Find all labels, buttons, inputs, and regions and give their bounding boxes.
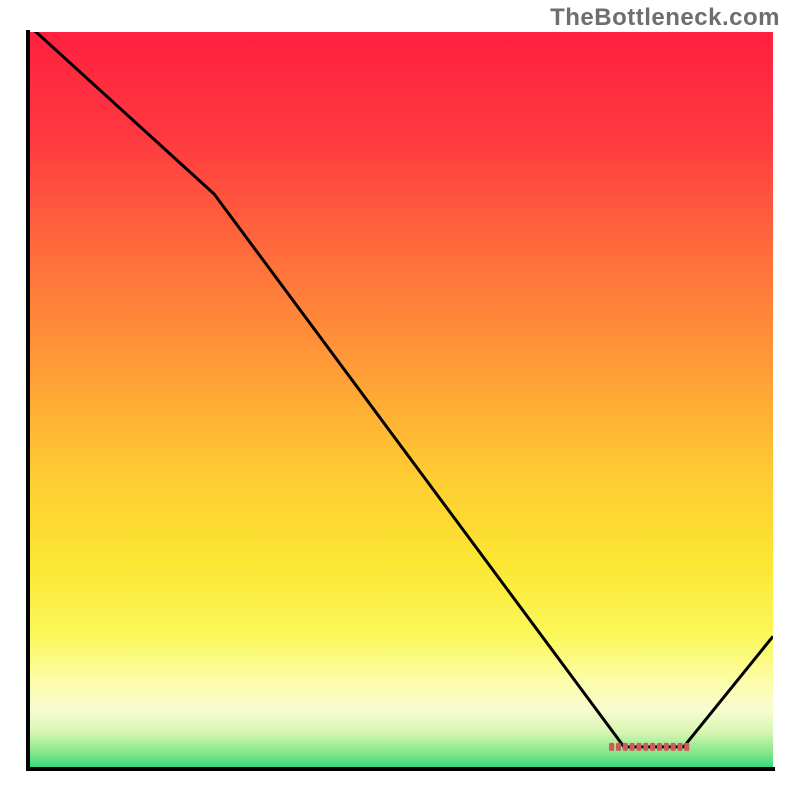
chart-container: TheBottleneck.com — [0, 0, 800, 800]
watermark-text: TheBottleneck.com — [550, 4, 780, 32]
chart-svg — [0, 0, 800, 800]
plot-background — [28, 32, 773, 769]
